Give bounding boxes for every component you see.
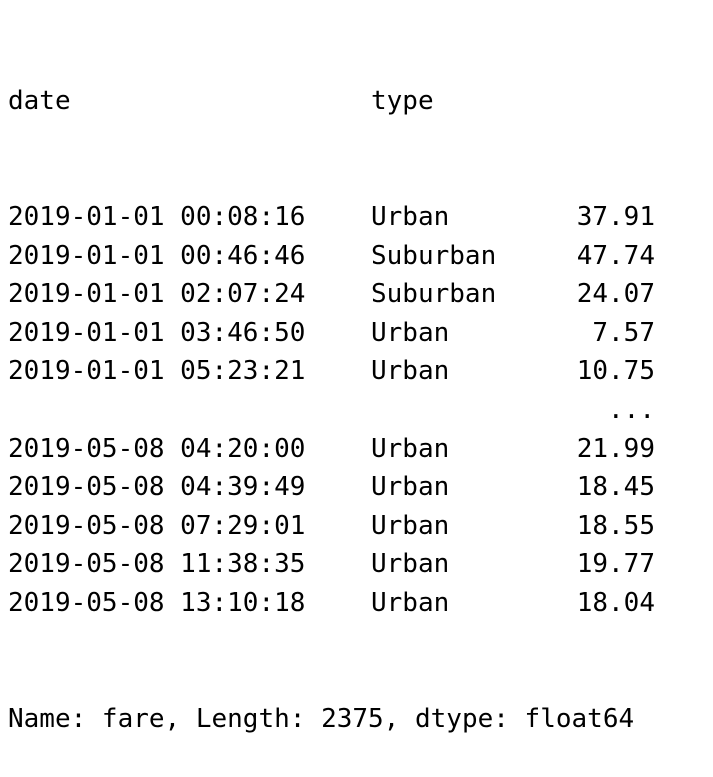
row-type: Urban [371,356,450,387]
row-fare: 10.75 [576,356,655,387]
row-type: Urban [371,587,450,618]
row-date: 2019-01-01 02:07:24 [8,279,306,310]
series-row: 2019-05-08 13:10:18 Urban 18.04 [8,584,655,623]
series-output: date type 2019-01-01 00:08:16 Urban 37.91 20… [8,5,655,777]
row-date: 2019-05-08 04:39:49 [8,472,306,503]
series-header-row: date type [8,82,655,121]
row-fare: 18.04 [576,587,655,618]
row-fare: 24.07 [576,279,655,310]
row-date: 2019-05-08 11:38:35 [8,549,306,580]
series-row: 2019-01-01 00:46:46 Suburban 47.74 [8,237,655,276]
row-date: 2019-05-08 13:10:18 [8,587,306,618]
row-type: Urban [371,549,450,580]
series-row: 2019-01-01 03:46:50 Urban 7.57 [8,314,655,353]
row-type [371,391,575,430]
row-fare: 37.91 [576,201,655,232]
series-rows: 2019-01-01 00:08:16 Urban 37.91 2019-01-01 … [8,198,655,623]
row-date: 2019-05-08 07:29:01 [8,510,306,541]
series-row: 2019-01-01 02:07:24 Suburban 24.07 [8,275,655,314]
index-name-type: type [371,86,434,117]
series-row: 2019-05-08 07:29:01 Urban 18.55 [8,507,655,546]
row-fare: 7.57 [592,317,655,348]
row-type: Urban [371,201,450,232]
row-date: 2019-01-01 03:46:50 [8,317,306,348]
row-date: 2019-01-01 00:46:46 [8,240,306,271]
series-row: 2019-05-08 11:38:35 Urban 19.77 [8,545,655,584]
row-fare: 47.74 [576,240,655,271]
row-fare: 18.45 [576,472,655,503]
row-date: 2019-01-01 05:23:21 [8,356,306,387]
row-date: 2019-05-08 04:20:00 [8,433,306,464]
row-type: Urban [371,317,450,348]
row-type: Urban [371,433,450,464]
series-row: 2019-05-08 04:20:00 Urban 21.99 [8,430,655,469]
row-type: Suburban [371,240,497,271]
row-date: 2019-01-01 00:08:16 [8,201,306,232]
ellipsis-row: ... [8,391,655,430]
row-type: Urban [371,472,450,503]
row-type: Suburban [371,279,497,310]
series-row: 2019-01-01 00:08:16 Urban 37.91 [8,198,655,237]
series-row: 2019-01-01 05:23:21 Urban 10.75 [8,352,655,391]
row-fare: 19.77 [576,549,655,580]
row-fare: 18.55 [576,510,655,541]
row-date [8,391,371,430]
index-name-date: date [8,86,71,117]
row-fare: 21.99 [576,433,655,464]
series-row: 2019-05-08 04:39:49 Urban 18.45 [8,468,655,507]
row-fare: ... [608,394,655,425]
series-footer: Name: fare, Length: 2375, dtype: float64 [8,703,635,734]
row-type: Urban [371,510,450,541]
